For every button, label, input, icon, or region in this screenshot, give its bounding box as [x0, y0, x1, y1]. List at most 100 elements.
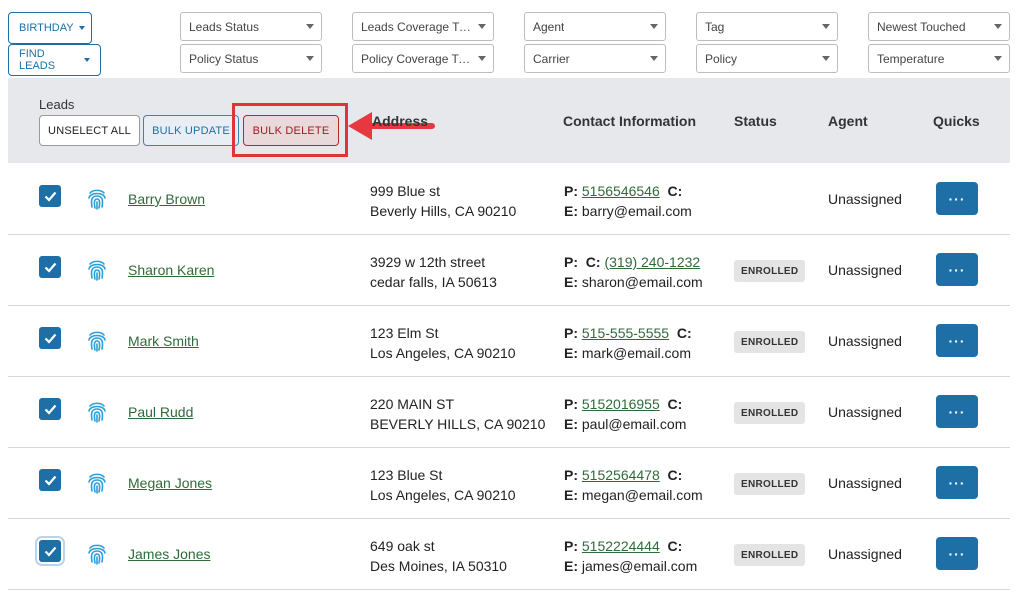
tag-select[interactable]: Tag [696, 12, 838, 41]
email-value: mark@email.com [581, 345, 692, 361]
policy-select[interactable]: Policy [696, 44, 838, 73]
phone-label: P: [564, 538, 578, 554]
find-leads-button[interactable]: FIND LEADS [8, 44, 101, 76]
carrier-select[interactable]: Carrier [524, 44, 666, 73]
email-label: E: [564, 203, 578, 219]
quicks-menu-button[interactable]: ··· [936, 253, 978, 286]
lead-address: 999 Blue st Beverly Hills, CA 90210 [370, 181, 516, 221]
contact-phone-line: P: 5152016955 C: [564, 394, 686, 414]
lead-name-link[interactable]: James Jones [128, 546, 210, 562]
leads-status-select[interactable]: Leads Status [180, 12, 322, 41]
chevron-down-icon [306, 56, 314, 61]
address-line-1: 123 Elm St [370, 325, 439, 341]
bulk-update-button[interactable]: BULK UPDATE [143, 115, 239, 146]
lead-name-link[interactable]: Megan Jones [128, 475, 212, 491]
phone-link[interactable]: 5152016955 [582, 396, 660, 412]
lead-name-link[interactable]: Sharon Karen [128, 262, 214, 278]
lead-address: 3929 w 12th street cedar falls, IA 50613 [370, 252, 497, 292]
row-checkbox[interactable] [39, 327, 61, 349]
agent-value: Unassigned [828, 333, 902, 349]
quicks-menu-button[interactable]: ··· [936, 395, 978, 428]
agent-value: Unassigned [828, 191, 902, 207]
contact-email-line: E: james@email.com [564, 556, 697, 576]
quicks-menu-button[interactable]: ··· [936, 182, 978, 215]
quicks-menu-button[interactable]: ··· [936, 466, 978, 499]
email-value: paul@email.com [581, 416, 687, 432]
fingerprint-icon [88, 260, 106, 281]
phone-link[interactable]: 5152224444 [582, 538, 660, 554]
address-line-2: Beverly Hills, CA 90210 [370, 203, 517, 219]
row-checkbox[interactable] [39, 256, 61, 278]
contact-email-line: E: sharon@email.com [564, 272, 703, 292]
unselect-all-button[interactable]: UNSELECT ALL [39, 115, 140, 146]
fingerprint-icon [88, 544, 106, 565]
table-row: Barry Brown 999 Blue st Beverly Hills, C… [8, 164, 1010, 235]
status-badge: ENROLLED [734, 402, 806, 424]
leads-column-header: Leads [39, 97, 75, 112]
leads-coverage-type-select[interactable]: Leads Coverage Type [352, 12, 494, 41]
newest-touched-select-label: Newest Touched [877, 19, 966, 34]
lead-name-link[interactable]: Paul Rudd [128, 404, 193, 420]
checkmark-icon [44, 404, 56, 415]
policy-status-select-label: Policy Status [189, 51, 259, 66]
phone-link[interactable]: 515-555-5555 [582, 325, 669, 341]
agent-value: Unassigned [828, 475, 902, 491]
checkmark-icon [44, 333, 56, 344]
phone-label: P: [564, 183, 578, 199]
phone-link[interactable]: 5156546546 [582, 183, 660, 199]
cell-label: C: [667, 538, 683, 554]
contact-column-header: Contact Information [563, 113, 696, 129]
phone-label: P: [564, 396, 578, 412]
row-checkbox[interactable] [35, 536, 65, 566]
email-label: E: [564, 274, 578, 290]
cell-link[interactable]: (319) 240-1232 [604, 254, 700, 270]
lead-name-link[interactable]: Mark Smith [128, 333, 199, 349]
policy-status-select[interactable]: Policy Status [180, 44, 322, 73]
temperature-select[interactable]: Temperature [868, 44, 1010, 73]
row-checkbox[interactable] [39, 469, 61, 491]
address-line-1: 649 oak st [370, 538, 435, 554]
policy-coverage-type-select[interactable]: Policy Coverage Ty... [352, 44, 494, 73]
lead-address: 220 MAIN ST BEVERLY HILLS, CA 90210 [370, 394, 545, 434]
quicks-menu-button[interactable]: ··· [936, 324, 978, 357]
contact-phone-line: P: 515-555-5555 C: [564, 323, 692, 343]
policy-select-label: Policy [705, 51, 738, 66]
contact-info: P: 5152016955 C: E: paul@email.com [564, 394, 686, 434]
quicks-menu-button[interactable]: ··· [936, 537, 978, 570]
row-checkbox[interactable] [39, 185, 61, 207]
cell-label: C: [667, 183, 683, 199]
address-line-2: cedar falls, IA 50613 [370, 274, 497, 290]
chevron-down-icon [822, 24, 830, 29]
contact-info: P: 5152564478 C: E: megan@email.com [564, 465, 703, 505]
quicks-column-header: Quicks [933, 113, 980, 129]
row-checkbox[interactable] [39, 398, 61, 420]
find-leads-button-label: FIND LEADS [19, 48, 56, 72]
chevron-down-icon [478, 24, 486, 29]
chevron-down-icon [994, 56, 1002, 61]
cell-label: C: [667, 396, 683, 412]
chevron-down-icon [650, 24, 658, 29]
birthday-button[interactable]: BIRTHDAY [8, 12, 92, 44]
checkmark-icon [44, 546, 56, 557]
temperature-select-label: Temperature [877, 51, 945, 66]
contact-info: P: 5152224444 C: E: james@email.com [564, 536, 697, 576]
address-line-2: Los Angeles, CA 90210 [370, 345, 516, 361]
phone-label: P: [564, 325, 578, 341]
contact-email-line: E: megan@email.com [564, 485, 703, 505]
email-value: sharon@email.com [581, 274, 703, 290]
address-line-2: Los Angeles, CA 90210 [370, 487, 516, 503]
fingerprint-icon [88, 189, 106, 210]
newest-touched-select[interactable]: Newest Touched [868, 12, 1010, 41]
email-value: megan@email.com [581, 487, 703, 503]
chevron-down-icon [650, 56, 658, 61]
contact-phone-line: P: 5152224444 C: [564, 536, 697, 556]
lead-name-link[interactable]: Barry Brown [128, 191, 205, 207]
email-value: barry@email.com [581, 203, 692, 219]
table-row: Paul Rudd 220 MAIN ST BEVERLY HILLS, CA … [8, 377, 1010, 448]
address-line-1: 3929 w 12th street [370, 254, 486, 270]
phone-link[interactable]: 5152564478 [582, 467, 660, 483]
agent-value: Unassigned [828, 546, 902, 562]
fingerprint-icon [88, 473, 106, 494]
contact-phone-line: P: 5152564478 C: [564, 465, 703, 485]
agent-select[interactable]: Agent [524, 12, 666, 41]
